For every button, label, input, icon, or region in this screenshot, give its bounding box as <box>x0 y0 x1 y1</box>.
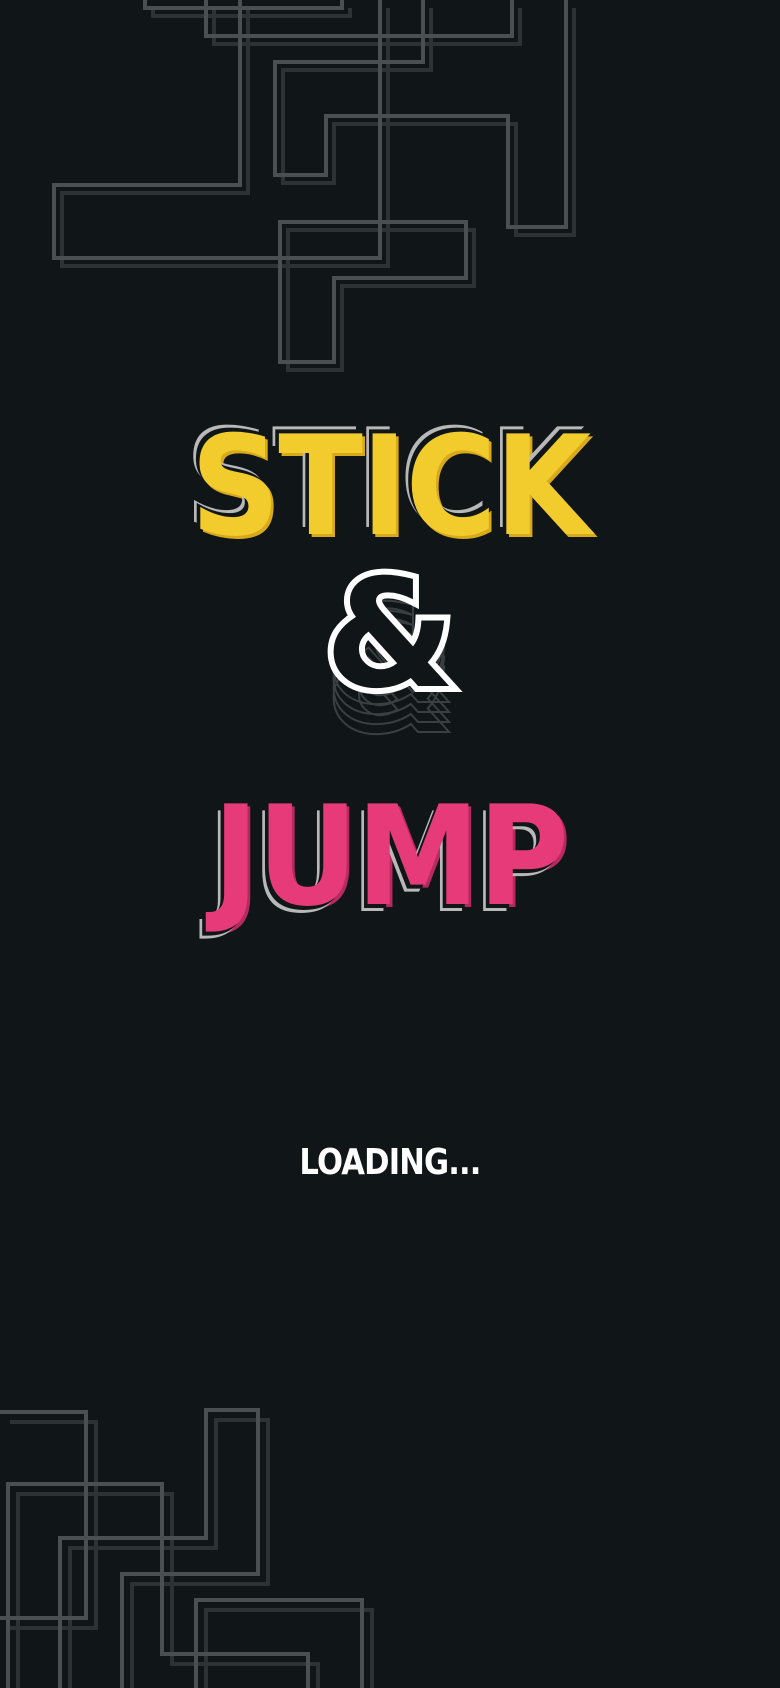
ampersand-glyph: & <box>319 548 462 722</box>
title-stick: STICK <box>190 406 592 567</box>
top-line-decoration <box>52 0 576 372</box>
loading-label: LOADING... <box>299 1142 481 1183</box>
title-jump: JUMP <box>212 776 569 937</box>
loading-screen: STICK & & & & & JUMP LOADING... <box>0 0 780 1688</box>
title-ampersand: & & & & & <box>0 548 780 760</box>
bottom-line-decoration <box>0 1408 374 1688</box>
